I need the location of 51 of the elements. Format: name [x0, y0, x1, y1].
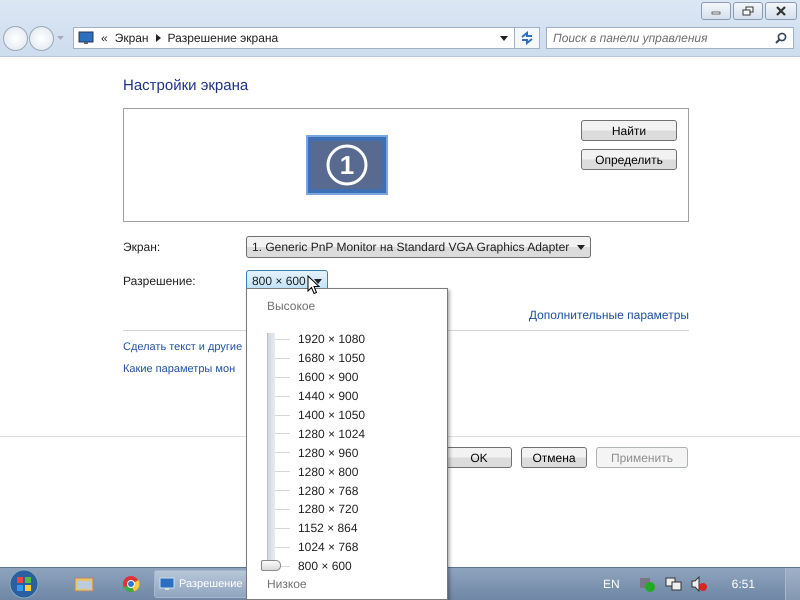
help-link[interactable]: Сделать текст и другие	[123, 341, 242, 353]
resolution-option[interactable]: 1152 × 864	[298, 521, 358, 536]
overflow-chevron[interactable]: «	[101, 31, 108, 45]
preview-button[interactable]: Определить	[581, 149, 677, 170]
monitor-icon[interactable]: 1	[306, 135, 388, 195]
back-button[interactable]	[3, 26, 28, 50]
resolution-option[interactable]: 1280 × 960	[298, 446, 358, 460]
resolution-option[interactable]: 1600 × 900	[298, 370, 358, 384]
network-icon[interactable]	[664, 576, 682, 592]
dropdown-arrow-icon[interactable]	[500, 36, 508, 40]
resolution-option[interactable]: 1280 × 800	[298, 464, 358, 479]
dropdown-arrow-icon	[314, 278, 322, 284]
field-label: Разрешение:	[123, 274, 197, 288]
resolution-option[interactable]: 1280 × 1024	[298, 426, 366, 441]
close-button[interactable]	[765, 2, 797, 20]
dialog-button[interactable]: Отмена	[521, 447, 587, 468]
dropdown[interactable]: 1. Generic PnP Monitor на Standard VGA Graphics Adapter	[246, 236, 592, 258]
resolution-option[interactable]: 1400 × 1050	[298, 408, 366, 422]
resolution-option[interactable]: 1280 × 768	[298, 484, 358, 498]
forward-button[interactable]	[29, 26, 54, 50]
field-label: Экран:	[123, 240, 162, 254]
monitor-icon	[78, 31, 94, 45]
dropdown-arrow-icon	[577, 244, 586, 250]
chevron-icon	[156, 34, 161, 42]
resolution-option[interactable]: 1440 × 900	[298, 389, 358, 404]
monitor-icon	[159, 577, 175, 591]
search-box[interactable]: Поиск в панели управления	[546, 27, 794, 49]
breadcrumb[interactable]: Разрешение экрана	[168, 31, 278, 45]
advanced-settings-link[interactable]: Дополнительные параметры	[528, 308, 689, 322]
slider-thumb[interactable]	[261, 560, 281, 571]
resolution-option[interactable]: 1280 × 720	[298, 502, 358, 516]
maximize-button[interactable]	[733, 2, 763, 20]
minimize-button[interactable]	[701, 2, 731, 20]
preview-button[interactable]: Найти	[581, 120, 677, 141]
browser-icon[interactable]	[122, 575, 140, 593]
breadcrumb[interactable]: Экран	[114, 31, 149, 45]
speaker-muted-icon[interactable]	[690, 576, 708, 592]
dialog-button[interactable]: OK	[446, 447, 512, 468]
resolution-option[interactable]: 1024 × 768	[298, 540, 358, 554]
high-label: Высокое	[267, 299, 316, 315]
help-link[interactable]: Какие параметры мон	[123, 363, 236, 375]
resolution-slider[interactable]	[261, 333, 281, 571]
search-icon	[775, 32, 787, 44]
maximize-icon	[742, 6, 754, 16]
resolution-option[interactable]: 1680 × 1050	[298, 351, 366, 366]
close-icon	[775, 6, 787, 16]
page-heading: Настройки экрана	[123, 77, 248, 96]
refresh-button[interactable]	[515, 27, 540, 49]
resolution-option[interactable]: 1920 × 1080	[298, 332, 366, 346]
refresh-icon	[519, 31, 535, 45]
address-bar[interactable]: « Экран Разрешение экрана	[73, 27, 515, 49]
